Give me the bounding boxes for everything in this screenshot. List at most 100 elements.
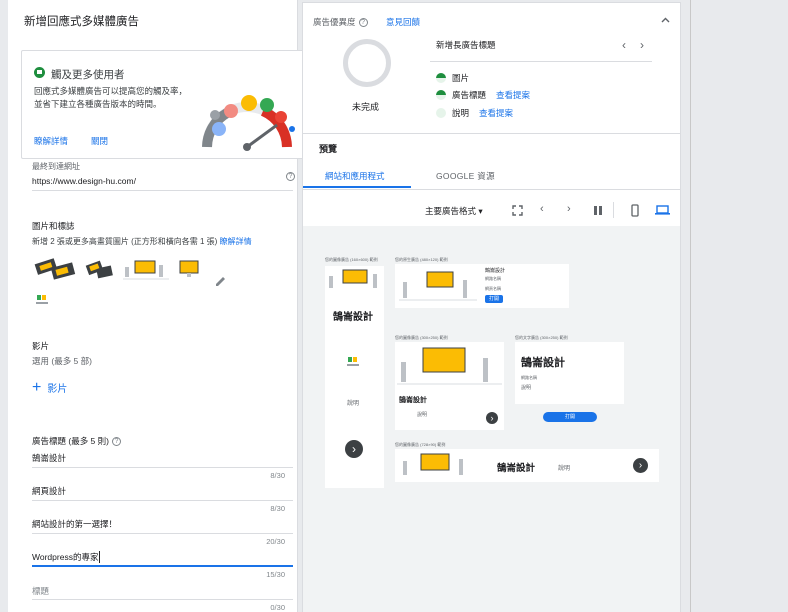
tab-google-resources[interactable]: GOOGLE 資源: [436, 170, 495, 182]
ad-image: [399, 271, 477, 301]
images-learn-more-link[interactable]: 瞭解詳情: [220, 237, 252, 246]
strength-status: 未完成: [352, 102, 380, 112]
dropdown-arrow-icon: ▾: [478, 206, 483, 216]
preview-canvas: 您的圖像廣告 (160×600) 範例 鵠崙設計 說明 › 您的原生廣告 (48…: [303, 226, 680, 612]
ad-image: [329, 269, 377, 288]
pause-icon[interactable]: [593, 205, 603, 216]
headline-underline-active: [32, 565, 293, 567]
ad-brand-title: 鵠崙設計: [521, 357, 565, 369]
headline-input[interactable]: 網頁設計: [32, 485, 66, 497]
ad-skyscraper[interactable]: 鵠崙設計 說明 ›: [325, 266, 384, 488]
ad-arrow-icon[interactable]: ›: [633, 458, 648, 473]
headline-underline: [32, 500, 293, 501]
images-description-text: 新增 2 張或更多高畫質圖片 (正方形和橫向各需 1 張): [32, 237, 218, 246]
headline-input[interactable]: 網站設計的第一選擇！: [32, 518, 117, 530]
headline-underline: [32, 467, 293, 468]
ad-description: 說明: [521, 385, 532, 391]
ad-rectangle-image[interactable]: 鵠崙設計 說明 ›: [395, 342, 504, 430]
ad-leaderboard[interactable]: 鵠崙設計 說明 ›: [395, 449, 659, 482]
view-proposal-link[interactable]: 查看提案: [479, 107, 513, 119]
ad-native-brand: 鵠崙設計: [485, 268, 506, 274]
logo-thumbnail[interactable]: [34, 294, 50, 306]
final-url-label: 最終到達網址: [32, 162, 80, 171]
next-icon[interactable]: ›: [567, 203, 571, 215]
ad-image: [397, 347, 502, 385]
desktop-icon[interactable]: [655, 205, 670, 215]
hint-close-button[interactable]: 關閉: [91, 135, 108, 147]
status-dot-icon: [436, 108, 446, 118]
status-dot-icon: [436, 90, 446, 100]
mobile-icon[interactable]: [631, 204, 639, 217]
criterion-item: 廣告標題 查看提案: [436, 89, 530, 101]
image-thumbnail[interactable]: [32, 255, 76, 283]
tab-websites-apps[interactable]: 網站和應用程式: [325, 170, 385, 182]
status-dot-icon: [436, 73, 446, 83]
criterion-item: 圖片: [436, 72, 469, 84]
ad-native-banner[interactable]: 鵠崙設計 網路名稱 網頁名稱 打開: [395, 264, 569, 308]
brand-logo: [347, 357, 359, 366]
collapse-chevron-icon[interactable]: [661, 16, 670, 25]
hint-title: 觸及更多使用者: [51, 69, 125, 81]
images-description: 新增 2 張或更多高畫質圖片 (正方形和橫向各需 1 張) 瞭解詳情: [32, 236, 252, 247]
ad-rectangle-text[interactable]: 鵠崙設計 網路名稱 說明 打開: [515, 342, 624, 430]
headline-counter: 8/30: [270, 471, 285, 480]
flag-icon: [34, 67, 45, 78]
ad-editor-panel: 新增回應式多媒體廣告 觸及更多使用者 回應式多媒體廣告可以提高您的觸及率，並省下…: [8, 0, 304, 612]
ad-strength-label: 廣告優異度?: [313, 16, 368, 28]
ad-brand-title: 鵠崙設計: [333, 312, 373, 323]
view-proposal-link[interactable]: 查看提案: [496, 89, 530, 101]
divider: [613, 202, 614, 218]
ad-native-link: 網頁名稱: [485, 286, 501, 291]
fullscreen-icon[interactable]: [512, 205, 523, 216]
video-section-title: 影片: [32, 341, 50, 351]
image-thumbnail[interactable]: [84, 255, 114, 283]
format-dropdown[interactable]: 主要廣告格式 ▾: [425, 205, 483, 217]
previous-icon[interactable]: ‹: [540, 203, 544, 215]
headline-input-empty[interactable]: 標題: [32, 585, 49, 597]
strength-ring: [343, 39, 391, 87]
ad-arrow-icon[interactable]: ›: [486, 412, 498, 424]
headline-input-active[interactable]: Wordpress的專家: [32, 551, 101, 563]
headline-underline: [32, 599, 293, 600]
ad-caption: 您的原生廣告 (480×120) 範例: [395, 257, 448, 262]
feedback-link[interactable]: 意見回饋: [386, 16, 420, 28]
tabs-divider: [303, 189, 680, 190]
ad-brand-title: 鵠崙設計: [497, 463, 536, 474]
ad-caption: 您的圖像廣告 (160×600) 範例: [325, 257, 378, 262]
final-url-input[interactable]: https://www.design-hu.com/: [32, 176, 136, 186]
ad-description: 說明: [558, 466, 571, 472]
chevron-left-icon[interactable]: ‹: [622, 38, 626, 52]
image-thumbnail[interactable]: [121, 255, 171, 283]
ad-description: 說明: [347, 401, 360, 407]
reach-gauge-illustration: [202, 95, 295, 151]
ad-description: 說明: [417, 412, 428, 418]
help-icon[interactable]: ?: [286, 172, 295, 181]
plus-icon: +: [32, 378, 42, 396]
preview-title: 預覽: [319, 144, 338, 154]
ad-text-sub: 網路名稱: [521, 375, 537, 380]
ad-native-button[interactable]: 打開: [485, 295, 503, 303]
ad-open-button[interactable]: 打開: [543, 412, 597, 422]
chevron-right-icon[interactable]: ›: [640, 38, 644, 52]
hint-learn-more-link[interactable]: 瞭解詳情: [34, 135, 68, 147]
headline-input[interactable]: 鵠崙設計: [32, 452, 66, 464]
headline-counter: 0/30: [270, 603, 285, 612]
criterion-label: 廣告標題: [452, 90, 487, 100]
ad-image: [403, 453, 463, 475]
scrollbar[interactable]: [690, 0, 691, 612]
headline-underline: [32, 533, 293, 534]
ad-caption: 您的圖像廣告 (300×250) 範例: [395, 335, 448, 340]
divider: [430, 61, 652, 62]
image-thumbnail[interactable]: [178, 255, 202, 283]
ad-caption: 您的文字廣告 (300×250) 範例: [515, 335, 568, 340]
criterion-label: 圖片: [452, 73, 470, 83]
ad-strength-card: 廣告優異度? 意見回饋 未完成 新增長廣告標題 ‹ › 圖片 廣告標題 查看提案 …: [302, 2, 681, 134]
headlines-section-title: 廣告標題 (最多 5 則)?: [32, 435, 121, 447]
help-icon[interactable]: ?: [111, 437, 121, 447]
edit-pencil-icon[interactable]: [215, 276, 226, 287]
add-video-button[interactable]: + 影片: [32, 378, 67, 396]
reach-hint-card: 觸及更多使用者 回應式多媒體廣告可以提高您的觸及率，並省下建立各種廣告版本的時間…: [21, 50, 304, 159]
help-icon[interactable]: ?: [358, 18, 368, 28]
ad-arrow-icon[interactable]: ›: [345, 440, 363, 458]
format-dropdown-label: 主要廣告格式: [425, 206, 477, 216]
